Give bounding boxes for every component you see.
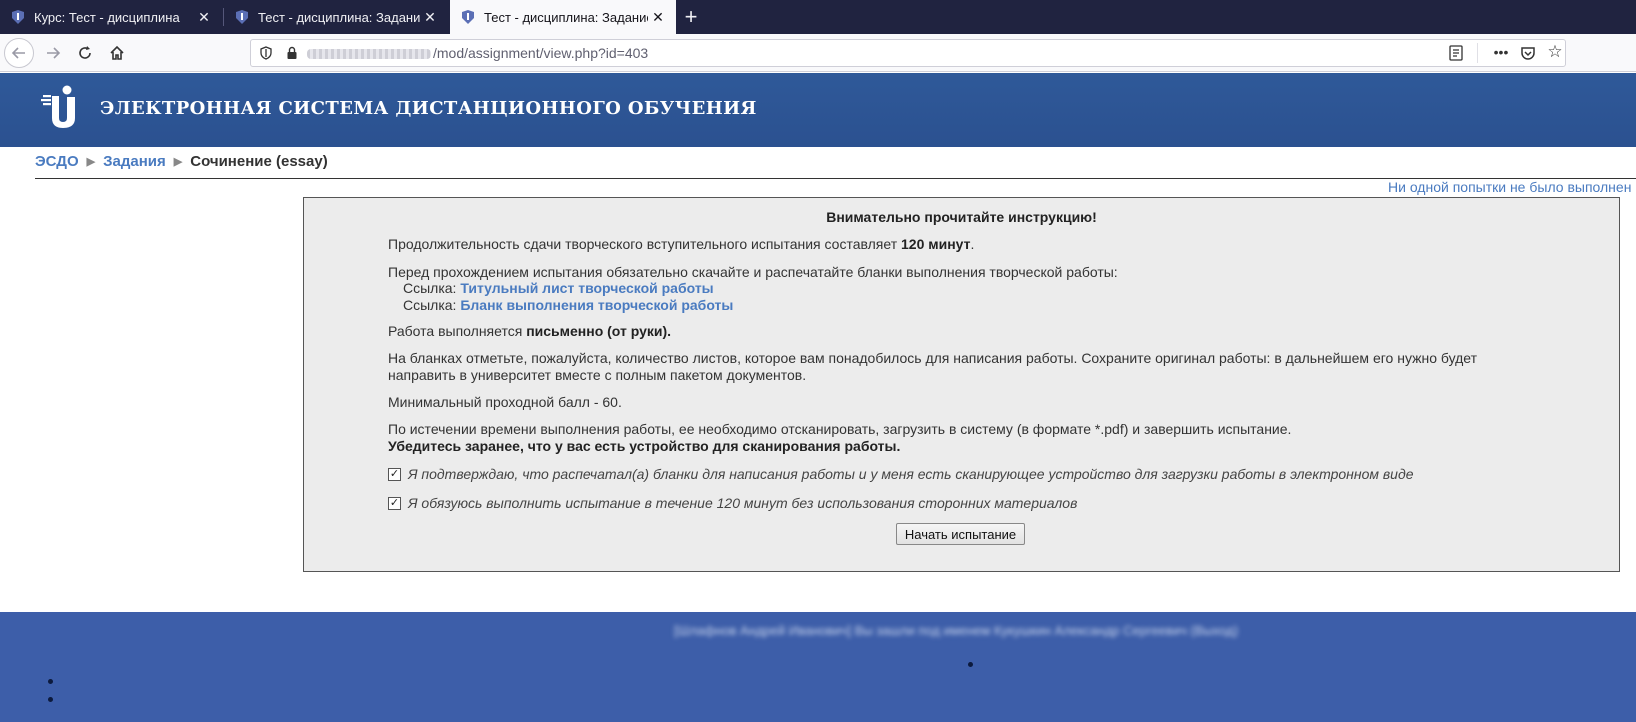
instruction-heading: Внимательно прочитайте инструкцию! bbox=[826, 209, 1097, 225]
login-info-text[interactable]: [Шлафнов Андрей Иванович] Вы зашли под и… bbox=[674, 623, 1238, 638]
url-path: /mod/assignment/view.php?id=403 bbox=[433, 45, 649, 61]
breadcrumb-home-link[interactable]: ЭСДО bbox=[35, 153, 79, 170]
arrow-right-icon bbox=[47, 47, 61, 59]
site-favicon-icon bbox=[234, 9, 250, 25]
site-favicon-icon bbox=[10, 9, 26, 25]
confirm-time-label[interactable]: Я обязуюсь выполнить испытание в течение… bbox=[408, 495, 1077, 511]
instruction-box: Внимательно прочитайте инструкцию! Продо… bbox=[303, 197, 1620, 572]
scan-warning-text: Убедитесь заранее, что у вас есть устрой… bbox=[388, 438, 901, 454]
forms-intro-text: Перед прохождением испытания обязательно… bbox=[388, 264, 1118, 280]
tab-title: Тест - дисциплина: Задания bbox=[258, 9, 420, 25]
browser-tab-course[interactable]: Курс: Тест - дисциплина ✕ bbox=[0, 0, 224, 34]
tab-close-icon[interactable]: ✕ bbox=[648, 7, 668, 27]
forward-button[interactable] bbox=[38, 38, 68, 68]
handwritten-text: Работа выполняется письменно (от руки). bbox=[388, 323, 672, 339]
title-page-link[interactable]: Титульный лист творческой работы bbox=[460, 280, 713, 296]
arrow-left-icon bbox=[11, 47, 25, 59]
scan-text: По истечении времени выполнения работы, … bbox=[388, 421, 1292, 437]
home-button[interactable] bbox=[102, 38, 132, 68]
home-icon bbox=[110, 45, 124, 60]
breadcrumb: ЭСДО ▶ Задания ▶ Сочинение (essay) bbox=[35, 153, 328, 170]
duration-text: Продолжительность сдачи творческого всту… bbox=[388, 236, 975, 252]
sheets-text-line2: направить в университет вместе с полным … bbox=[388, 367, 807, 383]
breadcrumb-separator-icon: ▶ bbox=[86, 156, 96, 168]
start-exam-button[interactable]: Начать испытание bbox=[896, 523, 1025, 545]
reader-view-icon[interactable] bbox=[1447, 44, 1465, 62]
url-text[interactable]: /mod/assignment/view.php?id=403 bbox=[307, 45, 648, 61]
bookmark-star-icon[interactable]: ☆ bbox=[1545, 42, 1565, 62]
confirm-print-checkbox[interactable]: ✓ bbox=[388, 467, 401, 481]
lock-icon[interactable] bbox=[285, 46, 299, 60]
site-footer: [Шлафнов Андрей Иванович] Вы зашли под и… bbox=[0, 612, 1636, 722]
browser-toolbar: /mod/assignment/view.php?id=403 ••• ☆ bbox=[0, 34, 1636, 72]
page-actions-more-icon[interactable]: ••• bbox=[1491, 42, 1511, 62]
min-score-text: Минимальный проходной балл - 60. bbox=[388, 394, 622, 410]
back-button[interactable] bbox=[4, 38, 34, 68]
new-tab-button[interactable]: + bbox=[678, 4, 704, 30]
address-bar[interactable]: /mod/assignment/view.php?id=403 ••• ☆ bbox=[250, 39, 1566, 67]
site-favicon-icon bbox=[460, 9, 476, 25]
pocket-icon[interactable] bbox=[1519, 44, 1537, 62]
breadcrumb-current: Сочинение (essay) bbox=[190, 153, 328, 170]
link-row-title-page: Ссылка: Титульный лист творческой работы bbox=[403, 280, 714, 296]
tab-title: Курс: Тест - дисциплина bbox=[34, 9, 180, 25]
browser-tab-assignment-active[interactable]: Тест - дисциплина: Задание: С ✕ bbox=[450, 0, 676, 34]
attempt-status-link[interactable]: Ни одной попытки не было выполнен bbox=[1388, 179, 1631, 195]
confirm-time-checkbox[interactable]: ✓ bbox=[388, 496, 401, 510]
confirm-print-label[interactable]: Я подтверждаю, что распечатал(а) бланки … bbox=[408, 466, 1413, 482]
link-row-work-form: Ссылка: Бланк выполнения творческой рабо… bbox=[403, 297, 734, 313]
site-header: ЭЛЕКТРОННАЯ СИСТЕМА ДИСТАНЦИОННОГО ОБУЧЕ… bbox=[0, 73, 1636, 147]
site-title: ЭЛЕКТРОННАЯ СИСТЕМА ДИСТАНЦИОННОГО ОБУЧЕ… bbox=[100, 98, 757, 119]
tab-close-icon[interactable]: ✕ bbox=[194, 7, 214, 27]
tab-close-icon[interactable]: ✕ bbox=[420, 7, 440, 27]
browser-tab-assignments[interactable]: Тест - дисциплина: Задания ✕ bbox=[224, 0, 448, 34]
tab-title: Тест - дисциплина: Задание: С bbox=[484, 9, 648, 25]
duration-value: 120 минут bbox=[901, 236, 971, 252]
footer-bullet bbox=[48, 697, 53, 702]
handwritten-value: письменно (от руки). bbox=[526, 323, 672, 339]
breadcrumb-assignments-link[interactable]: Задания bbox=[103, 153, 166, 170]
login-info[interactable]: [Шлафнов Андрей Иванович] Вы зашли под и… bbox=[674, 621, 1244, 639]
browser-tab-strip: Курс: Тест - дисциплина ✕ Тест - дисципл… bbox=[0, 0, 1636, 34]
confirm-time-checkbox-row[interactable]: ✓ Я обязуюсь выполнить испытание в течен… bbox=[388, 495, 1077, 511]
footer-bullet bbox=[968, 662, 973, 667]
work-form-link[interactable]: Бланк выполнения творческой работы bbox=[460, 297, 733, 313]
url-host-redacted bbox=[307, 49, 431, 60]
reload-icon bbox=[79, 46, 91, 59]
breadcrumb-separator-icon: ▶ bbox=[173, 156, 183, 168]
sheets-text-line1: На бланках отметьте, пожалуйста, количес… bbox=[388, 350, 1478, 366]
url-divider bbox=[1477, 43, 1478, 63]
university-logo-icon[interactable] bbox=[40, 84, 80, 128]
reload-button[interactable] bbox=[70, 38, 100, 68]
footer-bullet bbox=[48, 679, 53, 684]
tracking-shield-icon[interactable] bbox=[259, 46, 273, 60]
confirm-print-checkbox-row[interactable]: ✓ Я подтверждаю, что распечатал(а) бланк… bbox=[388, 466, 1413, 482]
